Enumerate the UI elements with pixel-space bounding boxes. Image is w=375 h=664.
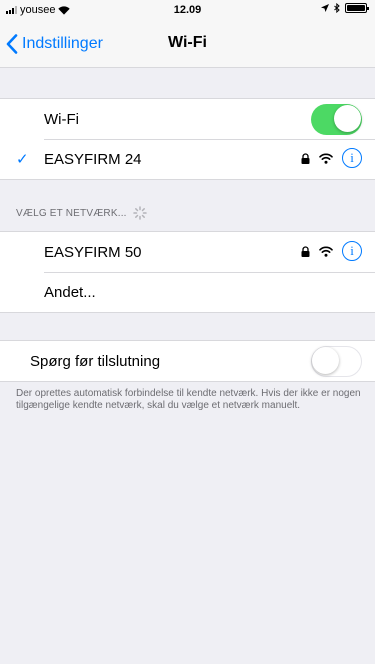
wifi-group: Wi-Fi ✓ EASYFIRM 24 i [0, 98, 375, 180]
lock-icon [301, 152, 310, 164]
wifi-settings-screen: yousee 12.09 Indstillinger Wi-Fi Wi-Fi ✓… [0, 0, 375, 664]
navigation-bar: Indstillinger Wi-Fi [0, 20, 375, 68]
ask-to-join-row: Spørg før tilslutning [0, 341, 375, 381]
lock-icon [301, 245, 310, 257]
info-icon[interactable]: i [342, 241, 362, 261]
wifi-signal-icon [319, 153, 333, 164]
connected-network-name: EASYFIRM 24 [44, 150, 142, 168]
wifi-toggle-row: Wi-Fi [0, 99, 375, 139]
location-arrow-icon [321, 4, 329, 12]
toggle-knob [312, 347, 339, 374]
connected-network-row[interactable]: ✓ EASYFIRM 24 i [0, 139, 375, 179]
wifi-toggle[interactable] [311, 104, 362, 135]
network-name: EASYFIRM 50 [44, 243, 142, 261]
ask-to-join-toggle[interactable] [311, 346, 362, 377]
status-bar: yousee 12.09 [0, 0, 375, 20]
checkmark-icon: ✓ [16, 151, 29, 168]
battery-icon [345, 3, 369, 13]
network-icons: i [301, 241, 362, 261]
status-right [321, 3, 369, 13]
ask-to-join-note: Der oprettes automatisk forbindelse til … [16, 388, 361, 411]
ask-to-join-label: Spørg før tilslutning [30, 352, 161, 370]
page-title: Wi-Fi [168, 34, 207, 51]
toggle-knob [334, 105, 361, 132]
bluetooth-icon [334, 3, 340, 13]
other-network-label: Andet... [44, 283, 96, 301]
network-icons: i [301, 148, 362, 168]
status-time: 12.09 [173, 4, 202, 16]
other-network-row[interactable]: Andet... [0, 272, 375, 312]
network-row[interactable]: EASYFIRM 50 i [0, 232, 375, 272]
networks-group: EASYFIRM 50 i Andet... [0, 231, 375, 313]
wifi-signal-icon [319, 246, 333, 257]
loading-spinner-icon [132, 206, 147, 220]
info-icon[interactable]: i [342, 148, 362, 168]
section-header-label: VÆLG ET NETVÆRK... [16, 207, 127, 219]
choose-network-header: VÆLG ET NETVÆRK... [16, 206, 147, 220]
ask-to-join-group: Spørg før tilslutning [0, 340, 375, 382]
wifi-toggle-label: Wi-Fi [44, 110, 79, 128]
